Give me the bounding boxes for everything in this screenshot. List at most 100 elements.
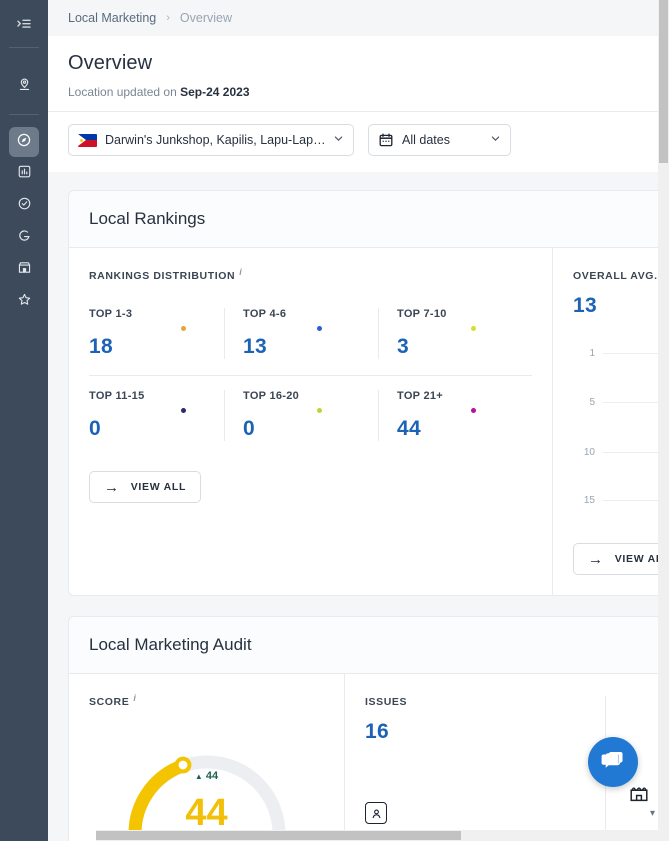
audit-score-label: SCORE i — [89, 693, 324, 708]
updated-date: Sep-24 2023 — [180, 85, 250, 99]
breadcrumb-separator: › — [166, 12, 170, 24]
sidebar-item-overview[interactable] — [9, 127, 39, 157]
stat-top-21-plus: TOP 21+ 44 — [378, 390, 532, 441]
avg-position-value: 13 — [573, 294, 597, 317]
star-icon — [17, 292, 32, 312]
chevron-down-icon — [333, 133, 344, 147]
arrow-right-icon: → — [588, 550, 604, 568]
stat-dot — [471, 326, 476, 331]
audit-score-gauge: ▲ 44 44 — [119, 730, 295, 841]
rankings-stat-row-2: TOP 11-15 0 TOP 16-20 0 TOP 21+ 44 — [89, 375, 532, 441]
audit-score-panel: SCORE i ▲ 44 44 — [69, 674, 345, 841]
rankings-distribution-label: RANKINGS DISTRIBUTION i — [89, 267, 532, 282]
location-updated-text: Location updated on Sep-24 2023 — [68, 85, 649, 111]
contact-card-icon[interactable] — [365, 802, 387, 824]
stat-label: TOP 11-15 — [89, 390, 145, 402]
sidebar-toggle-button[interactable] — [0, 10, 48, 47]
stat-dot — [471, 408, 476, 413]
stat-value: 44 — [397, 417, 421, 440]
horizontal-scroll-thumb[interactable] — [96, 831, 461, 840]
rankings-view-all-label: VIEW ALL — [130, 481, 187, 493]
stat-value: 3 — [397, 335, 409, 358]
stat-value: 13 — [243, 335, 267, 358]
stat-label: TOP 21+ — [397, 390, 444, 402]
stat-value: 18 — [89, 335, 113, 358]
app-root: Local Marketing › Overview Overview Loca… — [0, 0, 669, 841]
audit-score-value: 44 — [185, 792, 228, 834]
audit-issues-label: ISSUES — [365, 696, 408, 708]
location-selector[interactable]: Darwin's Junkshop, Kapilis, Lapu-Lapu,..… — [68, 124, 354, 156]
avg-position-label: OVERALL AVG. PO — [573, 270, 669, 282]
updated-prefix: Location updated on — [68, 85, 177, 99]
stat-label: TOP 4-6 — [243, 308, 287, 320]
stat-value: 0 — [243, 417, 255, 440]
rankings-stat-row-1: TOP 1-3 18 TOP 4-6 13 TOP 7-10 3 — [89, 308, 532, 359]
page-header: Overview Location updated on Sep-24 2023 — [48, 36, 669, 112]
triangle-up-icon: ▲ — [194, 772, 203, 781]
compass-icon — [16, 132, 32, 153]
sidebar-item-locations[interactable] — [9, 72, 39, 102]
rankings-distribution-panel: RANKINGS DISTRIBUTION i TOP 1-3 18 TOP 4… — [69, 248, 553, 595]
breadcrumb: Local Marketing › Overview — [48, 0, 669, 36]
stat-dot — [181, 408, 186, 413]
vertical-scrollbar[interactable] — [658, 0, 669, 841]
audit-score-delta-value: 44 — [205, 770, 219, 782]
store-icon — [17, 260, 32, 280]
audit-header: Local Marketing Audit — [69, 617, 669, 674]
audit-score-delta: ▲ 44 — [119, 770, 295, 782]
avg-position-chart: 1 5 10 15 — [573, 330, 669, 535]
local-rankings-card: Local Rankings RANKINGS DISTRIBUTION i T… — [68, 190, 669, 596]
stat-dot — [181, 326, 186, 331]
location-selector-value: Darwin's Junkshop, Kapilis, Lapu-Lapu,..… — [105, 133, 327, 147]
date-range-selector[interactable]: All dates — [368, 124, 511, 156]
local-rankings-header: Local Rankings — [69, 191, 669, 248]
scroll-caret-icon[interactable]: ▾ — [650, 808, 655, 819]
local-rankings-body: RANKINGS DISTRIBUTION i TOP 1-3 18 TOP 4… — [69, 248, 669, 595]
audit-title: Local Marketing Audit — [89, 635, 252, 654]
rankings-view-all-button[interactable]: → VIEW ALL — [89, 471, 202, 503]
google-g-icon — [17, 228, 32, 248]
sidebar-item-listings[interactable] — [9, 255, 39, 285]
audit-body: SCORE i ▲ 44 44 ISSUES 16 — [69, 674, 669, 841]
audit-issues-col-1: ISSUES 16 — [365, 696, 605, 840]
sidebar-divider-top — [9, 47, 39, 48]
page-title: Overview — [68, 52, 153, 74]
audit-issues-value: 16 — [365, 720, 389, 743]
info-icon[interactable]: i — [133, 693, 136, 703]
stat-dot — [317, 326, 322, 331]
chart-gridline: 15 — [573, 495, 669, 506]
audit-score-text: SCORE — [89, 696, 130, 708]
cards-scroll-region: Local Rankings RANKINGS DISTRIBUTION i T… — [48, 190, 669, 841]
check-circle-icon — [17, 196, 32, 216]
sidebar-item-insights[interactable] — [9, 159, 39, 189]
vertical-scroll-thumb[interactable] — [659, 0, 668, 163]
chart-ytick: 5 — [589, 397, 595, 408]
location-pin-icon — [17, 77, 32, 97]
avg-position-panel: OVERALL AVG. PO 13 1 5 10 15 → VIEW ALL — [553, 248, 669, 595]
bar-chart-icon — [17, 164, 32, 184]
sidebar-item-tasks[interactable] — [9, 191, 39, 221]
info-icon[interactable]: i — [239, 267, 242, 277]
breadcrumb-current: Overview — [179, 11, 233, 25]
sidebar-divider-mid — [9, 114, 39, 115]
sidebar-item-reviews[interactable] — [9, 287, 39, 317]
sidebar-item-google[interactable] — [9, 223, 39, 253]
stat-dot — [317, 408, 322, 413]
philippines-flag-icon — [78, 133, 97, 147]
local-marketing-audit-card: Local Marketing Audit SCORE i ▲ 44 44 IS… — [68, 616, 669, 841]
chart-ytick: 10 — [583, 447, 595, 458]
chart-gridline: 10 — [573, 447, 669, 458]
stat-top-7-10: TOP 7-10 3 — [378, 308, 532, 359]
chat-launcher-button[interactable] — [588, 737, 638, 787]
horizontal-scrollbar[interactable] — [96, 830, 658, 841]
primary-sidebar — [0, 0, 48, 841]
stat-label: TOP 1-3 — [89, 308, 133, 320]
calendar-icon — [378, 132, 394, 148]
chevron-down-icon — [490, 133, 501, 147]
storefront-icon[interactable] — [628, 782, 650, 804]
rankings-distribution-text: RANKINGS DISTRIBUTION — [89, 270, 236, 282]
stat-top-11-15: TOP 11-15 0 — [89, 390, 224, 441]
avg-position-view-all-button[interactable]: → VIEW ALL — [573, 543, 669, 575]
chart-gridline: 5 — [573, 397, 669, 408]
breadcrumb-parent[interactable]: Local Marketing — [68, 11, 156, 25]
